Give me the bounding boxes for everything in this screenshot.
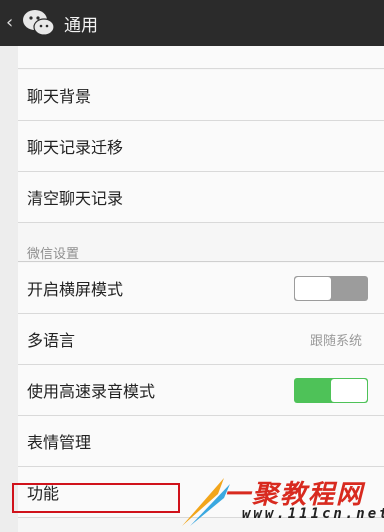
language-value: 跟随系统 bbox=[309, 333, 362, 349]
list-item-label: 使用高速录音模式 bbox=[27, 382, 156, 401]
list-item-label: 表情管理 bbox=[27, 433, 92, 452]
list-item-sticker-management[interactable]: 表情管理 bbox=[18, 416, 384, 467]
list-item-label: 聊天背景 bbox=[27, 87, 92, 106]
list-item-label: 聊天记录迁移 bbox=[27, 138, 124, 157]
wechat-logo-icon bbox=[23, 10, 55, 36]
list-item-label: 清空聊天记录 bbox=[27, 189, 124, 208]
settings-list: 聊天背景 聊天记录迁移 清空聊天记录 微信设置 开启横屏模式 多语言 跟随系统 … bbox=[18, 46, 384, 532]
list-item-clear-chat-history[interactable]: 清空聊天记录 bbox=[18, 172, 384, 223]
list-item-fast-audio-mode[interactable]: 使用高速录音模式 bbox=[18, 365, 384, 416]
list-item-chat-history-migration[interactable]: 聊天记录迁移 bbox=[18, 121, 384, 172]
section-header-wechat-settings: 微信设置 bbox=[27, 247, 80, 262]
top-bar: ‹ 通用 bbox=[0, 0, 384, 46]
back-arrow-icon[interactable]: ‹ bbox=[6, 0, 20, 46]
list-item-label: 多语言 bbox=[27, 331, 76, 350]
toggle-knob bbox=[331, 378, 367, 402]
section-divider bbox=[18, 261, 384, 262]
list-item-language[interactable]: 多语言 跟随系统 bbox=[18, 314, 384, 365]
toggle-knob bbox=[295, 276, 331, 300]
watermark: 一聚教程网 www.111cn.net bbox=[180, 472, 384, 528]
landscape-mode-toggle[interactable] bbox=[294, 275, 368, 301]
list-item-landscape-mode[interactable]: 开启横屏模式 bbox=[18, 263, 384, 314]
highlight-box bbox=[12, 483, 180, 513]
watermark-url: www.111cn.net bbox=[242, 506, 384, 522]
list-item-partial[interactable] bbox=[18, 46, 384, 69]
list-item-chat-background[interactable]: 聊天背景 bbox=[18, 70, 384, 121]
fast-audio-mode-toggle[interactable] bbox=[294, 377, 368, 403]
page-title: 通用 bbox=[64, 15, 98, 36]
list-item-label: 开启横屏模式 bbox=[27, 280, 124, 299]
